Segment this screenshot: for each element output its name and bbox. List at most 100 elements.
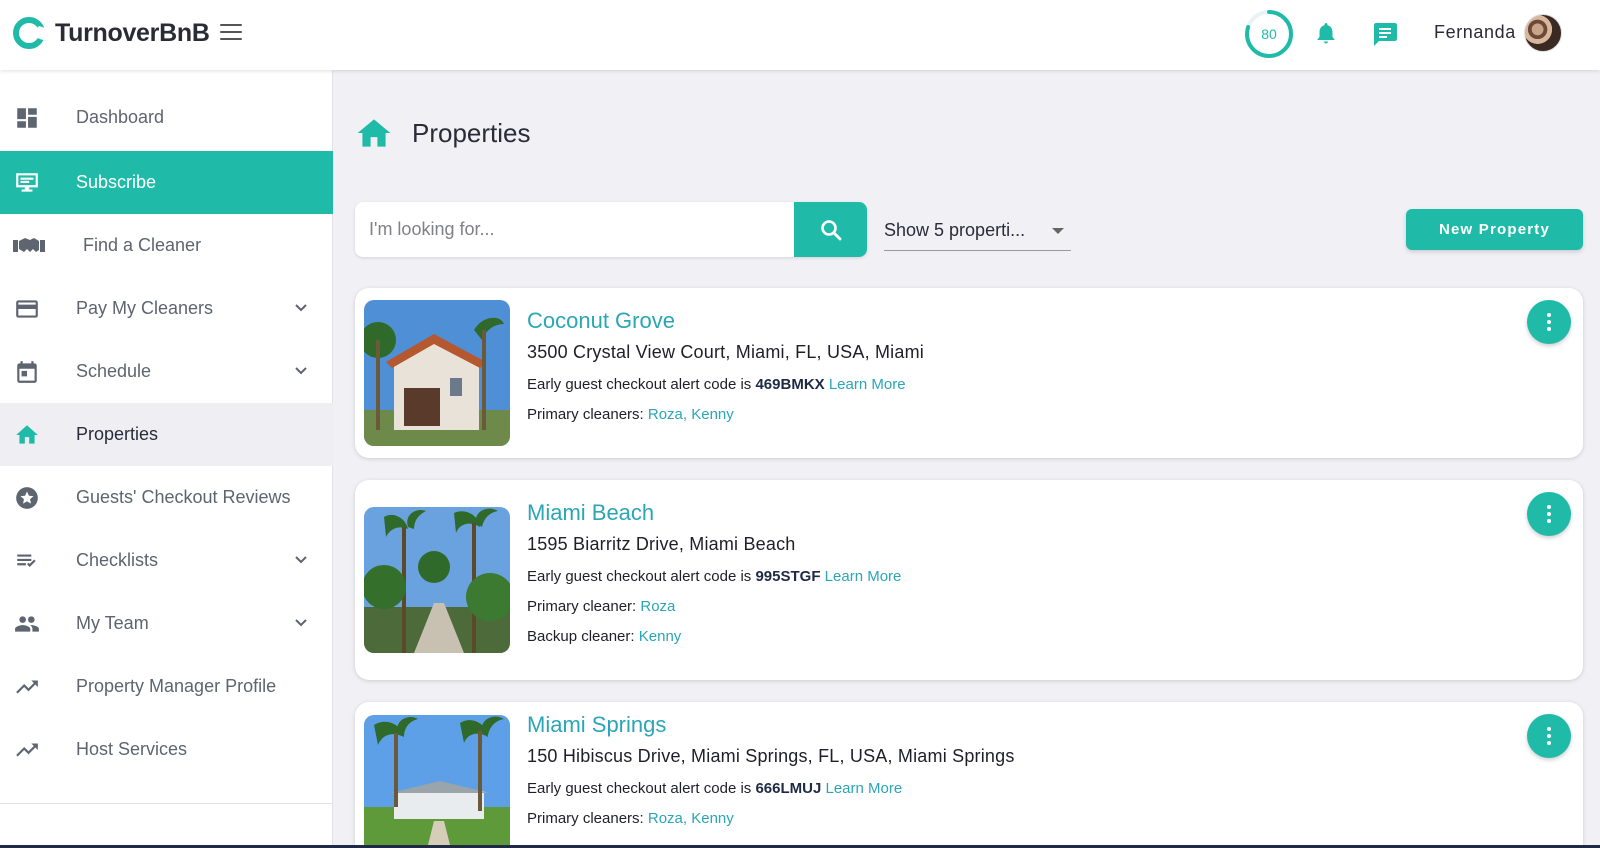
sidebar-item-label: Subscribe	[76, 172, 157, 192]
primary-cleaner-link[interactable]: Roza	[640, 598, 675, 615]
sidebar-item-my-team[interactable]: My Team	[0, 592, 333, 655]
sidebar-item-label: Schedule	[76, 361, 152, 381]
show-count-select[interactable]: Show 5 properti...	[884, 213, 1071, 251]
sidebar-item-dashboard[interactable]: Dashboard	[0, 86, 333, 149]
app-logo[interactable]: TurnoverBnB	[13, 17, 210, 49]
cleaners-link[interactable]: Roza, Kenny	[648, 406, 734, 423]
learn-more-link[interactable]: Learn More	[825, 568, 902, 585]
sidebar-item-label: Find a Cleaner	[83, 235, 202, 255]
property-address: 3500 Crystal View Court, Miami, FL, USA,…	[527, 342, 924, 362]
home-icon	[16, 425, 38, 444]
alert-code-prefix: Early guest checkout alert code is	[527, 376, 752, 393]
cleaners-label: Primary cleaners:	[527, 406, 644, 423]
more-options-button[interactable]	[1527, 300, 1571, 344]
trending-up-icon	[16, 680, 38, 694]
property-photo[interactable]	[364, 715, 510, 848]
sidebar-item-properties[interactable]: Properties	[0, 403, 333, 466]
alert-code-line: Early guest checkout alert code is 469BM…	[527, 375, 924, 405]
primary-cleaner-label: Primary cleaner:	[527, 598, 637, 615]
logo-icon	[13, 17, 45, 49]
page-title: Properties	[412, 118, 531, 148]
backup-cleaner-link[interactable]: Kenny	[639, 628, 682, 645]
property-photo[interactable]	[364, 300, 510, 446]
menu-icon[interactable]	[220, 24, 242, 42]
dropdown-arrow-icon	[1052, 228, 1064, 234]
sidebar-item-subscribe[interactable]: Subscribe	[0, 151, 333, 214]
alert-code-line: Early guest checkout alert code is 995ST…	[527, 567, 901, 597]
sidebar-item-property-manager-profile[interactable]: Property Manager Profile	[0, 655, 333, 718]
top-bar: TurnoverBnB 80 Fernanda	[0, 0, 1600, 70]
sidebar-item-checklists[interactable]: Checklists	[0, 529, 333, 592]
property-card: Miami Springs 150 Hibiscus Drive, Miami …	[355, 702, 1583, 848]
learn-more-link[interactable]: Learn More	[829, 376, 906, 393]
cleaners-line: Primary cleaners: Roza, Kenny	[527, 405, 924, 435]
sidebar-item-label: Properties	[76, 424, 159, 444]
sidebar-item-find-a-cleaner[interactable]: Find a Cleaner	[0, 214, 333, 277]
sidebar-item-label: Pay My Cleaners	[76, 298, 214, 318]
sidebar-item-pay-my-cleaners[interactable]: Pay My Cleaners	[0, 277, 333, 340]
chevron-down-icon	[295, 619, 307, 627]
cleaners-link[interactable]: Roza, Kenny	[648, 810, 734, 827]
alert-code: 469BMKX	[755, 376, 825, 393]
cleaners-label: Primary cleaners:	[527, 810, 644, 827]
progress-value: 80	[1261, 26, 1277, 42]
sidebar-item-label: Dashboard	[76, 107, 165, 127]
notifications-bell-icon[interactable]	[1314, 21, 1338, 47]
property-address: 1595 Biarritz Drive, Miami Beach	[527, 534, 796, 554]
credit-card-icon	[16, 300, 38, 318]
calendar-icon	[17, 361, 37, 383]
search-input[interactable]	[369, 202, 789, 257]
user-avatar[interactable]	[1524, 14, 1562, 52]
sidebar-item-label: Property Manager Profile	[76, 676, 277, 696]
alert-code-prefix: Early guest checkout alert code is	[527, 568, 752, 585]
alert-code-prefix: Early guest checkout alert code is	[527, 780, 752, 797]
more-options-button[interactable]	[1527, 714, 1571, 758]
sidebar-divider	[0, 803, 333, 804]
property-name-link[interactable]: Miami Springs	[527, 712, 1015, 738]
page-home-icon	[357, 119, 391, 147]
property-details: Miami Springs 150 Hibiscus Drive, Miami …	[527, 712, 1015, 839]
learn-more-link[interactable]: Learn More	[826, 780, 903, 797]
property-details: Coconut Grove 3500 Crystal View Court, M…	[527, 308, 924, 435]
app-name: TurnoverBnB	[55, 18, 210, 47]
property-card: Coconut Grove 3500 Crystal View Court, M…	[355, 288, 1583, 458]
sidebar-item-label: Checklists	[76, 550, 159, 570]
chevron-down-icon	[295, 367, 307, 375]
messages-icon[interactable]	[1372, 21, 1398, 47]
search-box	[355, 202, 867, 257]
property-address: 150 Hibiscus Drive, Miami Springs, FL, U…	[527, 746, 1015, 766]
people-icon	[15, 616, 39, 632]
alert-code-line: Early guest checkout alert code is 666LM…	[527, 779, 1015, 809]
property-name-link[interactable]: Coconut Grove	[527, 308, 924, 334]
chevron-down-icon	[295, 304, 307, 312]
dashboard-icon	[17, 108, 37, 128]
sidebar: Dashboard Subscribe Find a Cleaner Pay M…	[0, 70, 333, 848]
sidebar-item-label: My Team	[76, 613, 149, 633]
search-button[interactable]	[794, 202, 867, 257]
backup-cleaner-label: Backup cleaner:	[527, 628, 635, 645]
handshake-icon	[13, 238, 45, 252]
alert-code: 995STGF	[755, 568, 821, 585]
star-icon	[16, 487, 38, 509]
checklist-icon	[17, 554, 36, 567]
trending-up-icon	[16, 743, 38, 757]
more-options-button[interactable]	[1527, 492, 1571, 536]
backup-cleaner-line: Backup cleaner: Kenny	[527, 627, 901, 657]
cleaners-line: Primary cleaners: Roza, Kenny	[527, 809, 1015, 839]
alert-code: 666LMUJ	[755, 780, 822, 797]
sidebar-item-label: Guests' Checkout Reviews	[76, 487, 291, 507]
profile-progress[interactable]: 80	[1244, 9, 1294, 59]
primary-cleaner-line: Primary cleaner: Roza	[527, 597, 901, 627]
user-name[interactable]: Fernanda	[1434, 22, 1516, 43]
property-name-link[interactable]: Miami Beach	[527, 500, 901, 526]
subscribe-icon	[16, 173, 38, 192]
chevron-down-icon	[295, 556, 307, 564]
sidebar-item-guests-checkout-reviews[interactable]: Guests' Checkout Reviews	[0, 466, 333, 529]
property-photo[interactable]	[364, 507, 510, 653]
sidebar-item-host-services[interactable]: Host Services	[0, 718, 333, 781]
sidebar-item-schedule[interactable]: Schedule	[0, 340, 333, 403]
property-card: Miami Beach 1595 Biarritz Drive, Miami B…	[355, 480, 1583, 680]
new-property-button[interactable]: New Property	[1406, 209, 1583, 250]
show-count-value: Show 5 properti...	[884, 220, 1026, 240]
sidebar-item-label: Host Services	[76, 739, 188, 759]
